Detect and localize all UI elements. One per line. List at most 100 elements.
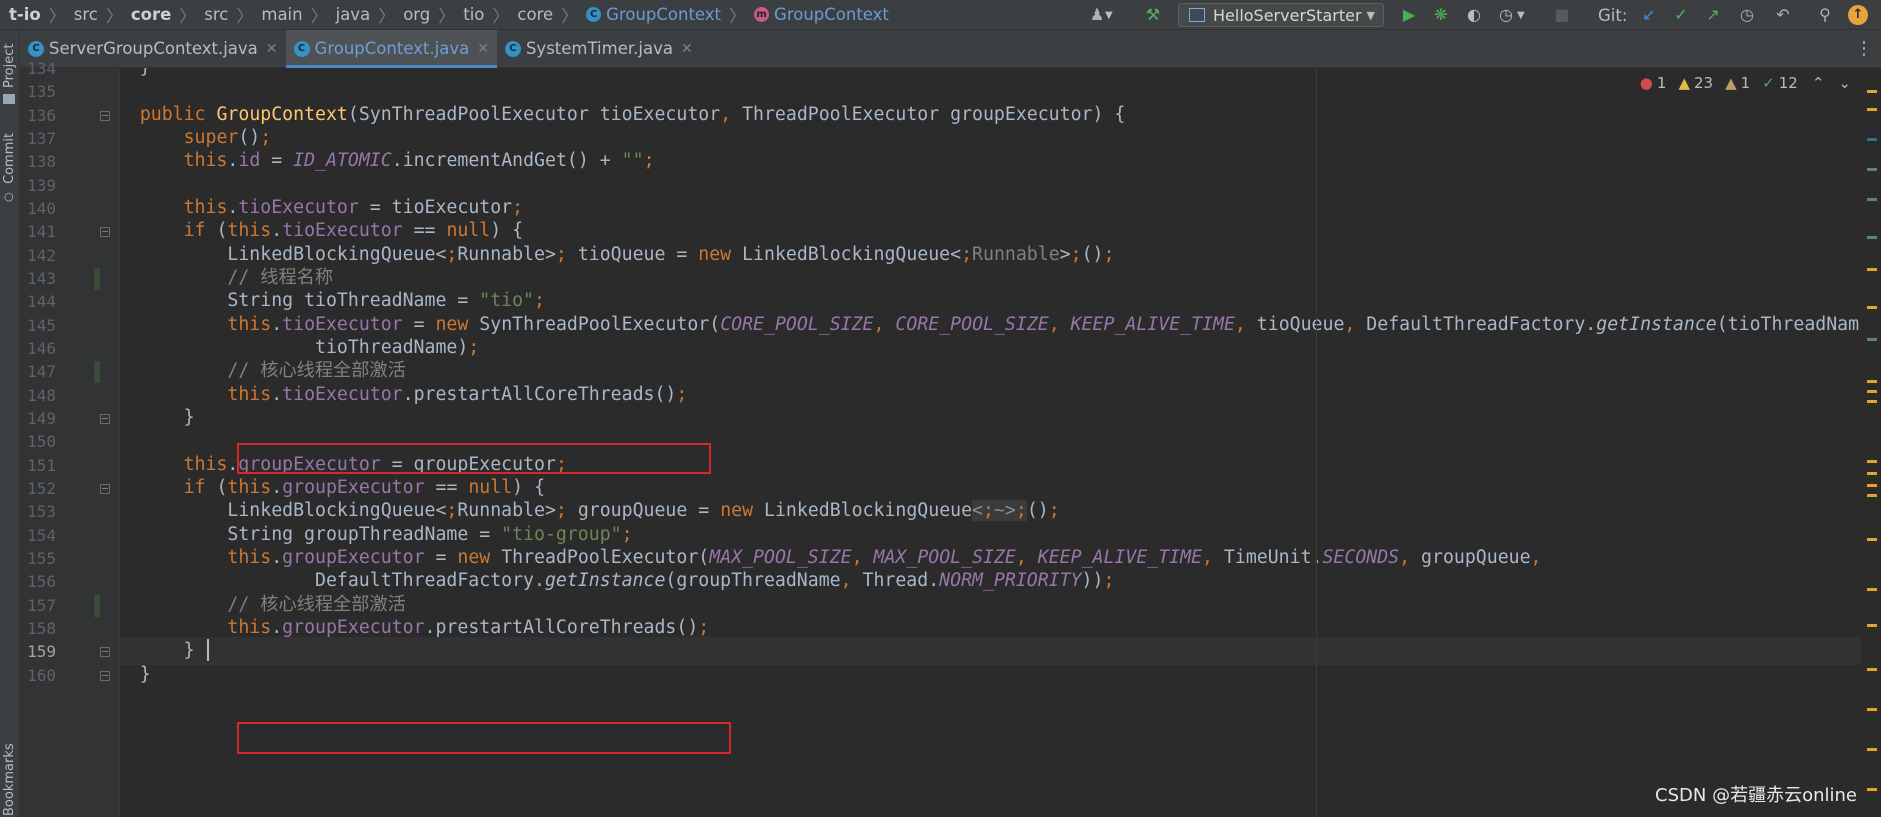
stripe-mark[interactable]: [1867, 108, 1877, 111]
tab-group-context[interactable]: C GroupContext.java ✕: [285, 30, 498, 68]
stripe-mark[interactable]: [1867, 588, 1877, 591]
profile-icon[interactable]: ◷: [1495, 4, 1517, 26]
fold-marker-icon[interactable]: [100, 413, 110, 424]
stripe-mark[interactable]: [1867, 236, 1877, 239]
user-menu[interactable]: ♟ ▼: [1086, 0, 1113, 30]
build-hammer-icon[interactable]: ⚒: [1142, 4, 1164, 26]
inspection-widget[interactable]: ● 1 ▲ 23 ▲ 1 ✓ 12 ⌃ ⌄: [1640, 74, 1851, 92]
stripe-mark[interactable]: [1867, 708, 1877, 711]
stripe-mark[interactable]: [1867, 400, 1877, 403]
breadcrumb-label: java: [335, 5, 371, 24]
run-configuration-label: HelloServerStarter: [1213, 5, 1362, 25]
stripe-mark[interactable]: [1867, 748, 1877, 751]
application-icon: [1189, 8, 1205, 22]
breadcrumb-item[interactable]: main: [261, 5, 302, 24]
stripe-mark[interactable]: [1867, 168, 1877, 171]
stripe-mark[interactable]: [1867, 624, 1877, 627]
stop-icon[interactable]: ■: [1551, 4, 1573, 26]
rollback-icon[interactable]: ↶: [1772, 4, 1794, 26]
line-number-gutter[interactable]: 134 135 136 137 138 139 140 141 142 143 144 145 146 1…: [20, 59, 120, 817]
stripe-mark[interactable]: [1867, 90, 1877, 93]
stripe-mark[interactable]: [1867, 472, 1877, 475]
stripe-mark[interactable]: [1867, 668, 1877, 671]
breadcrumb-separator: 〉: [729, 7, 747, 27]
chevron-down-icon[interactable]: ⌄: [1838, 74, 1851, 92]
line-number: 139: [27, 175, 56, 195]
git-push-icon[interactable]: ↗: [1702, 4, 1724, 26]
stripe-mark[interactable]: [1867, 380, 1877, 383]
stripe-mark[interactable]: [1867, 460, 1877, 463]
stripe-mark[interactable]: [1867, 538, 1877, 541]
tab-server-group-context[interactable]: C ServerGroupContext.java ✕: [20, 30, 286, 67]
breadcrumb-item[interactable]: tio: [463, 5, 484, 24]
line-number: 144: [27, 292, 56, 312]
search-icon[interactable]: ⚲: [1814, 4, 1836, 26]
class-icon: C: [586, 7, 602, 22]
coverage-icon[interactable]: ◐: [1463, 4, 1485, 26]
stripe-mark[interactable]: [1867, 338, 1877, 341]
breadcrumb-item[interactable]: core: [517, 5, 553, 24]
breadcrumb-item[interactable]: java: [336, 5, 371, 24]
line-number: 146: [27, 338, 56, 358]
warning-count: 23: [1693, 74, 1714, 92]
stripe-mark[interactable]: [1867, 138, 1877, 141]
close-icon[interactable]: ✕: [477, 41, 489, 57]
code-line[interactable]: }: [120, 68, 151, 82]
breadcrumb-separator: 〉: [236, 7, 254, 27]
fold-marker-icon[interactable]: [100, 670, 110, 681]
breadcrumb-separator: 〉: [492, 7, 510, 27]
line-number: 141: [27, 222, 56, 242]
method-icon: m: [754, 7, 770, 22]
tab-list-menu-icon[interactable]: ⋮: [1855, 38, 1873, 59]
project-tool-button[interactable]: Project: [2, 44, 17, 88]
stripe-mark[interactable]: [1867, 494, 1877, 497]
close-icon[interactable]: ✕: [266, 41, 278, 57]
update-notification-icon[interactable]: ↑: [1848, 5, 1868, 25]
vcs-change-marker[interactable]: [94, 594, 100, 617]
chevron-down-icon: ▼: [1366, 8, 1375, 22]
close-icon[interactable]: ✕: [681, 41, 693, 57]
code-line[interactable]: this.id = ID_ATOMIC.incrementAndGet() + …: [120, 147, 655, 175]
class-icon: C: [293, 40, 310, 57]
bookmarks-tool-button[interactable]: Bookmarks: [2, 743, 17, 816]
navigation-bar: t-io 〉 src 〉 core 〉 src 〉 main 〉 java 〉 org 〉 tio 〉 core…: [0, 0, 1881, 30]
run-icon[interactable]: ▶: [1398, 4, 1420, 26]
highlight-box-tio-prestart: [237, 443, 711, 474]
breadcrumb-item[interactable]: core: [131, 5, 171, 24]
line-number: 159: [27, 642, 56, 662]
breadcrumb-item[interactable]: src: [74, 5, 98, 24]
stripe-mark[interactable]: [1867, 306, 1877, 309]
tab-system-timer[interactable]: C SystemTimer.java ✕: [497, 30, 701, 67]
typo-count: 12: [1778, 74, 1798, 92]
commit-tool-button[interactable]: Commit: [2, 133, 17, 184]
breadcrumb-item[interactable]: org: [403, 5, 430, 24]
history-icon[interactable]: ◷: [1736, 4, 1758, 26]
breadcrumb-item[interactable]: t-io: [9, 5, 41, 24]
breadcrumb-item[interactable]: src: [204, 5, 228, 24]
vcs-change-marker[interactable]: [94, 361, 100, 384]
breadcrumb-separator: 〉: [378, 7, 396, 27]
chevron-up-icon[interactable]: ⌃: [1812, 74, 1825, 92]
line-number: 155: [27, 548, 56, 568]
breadcrumb-item[interactable]: m GroupContext: [754, 5, 889, 24]
breadcrumb-item[interactable]: C GroupContext: [586, 5, 721, 24]
fold-marker-icon[interactable]: [100, 110, 110, 121]
code-line[interactable]: }: [120, 404, 195, 432]
fold-marker-icon[interactable]: [100, 227, 110, 238]
vcs-change-marker[interactable]: [94, 267, 100, 290]
fold-marker-icon[interactable]: [100, 483, 110, 494]
error-stripe[interactable]: [1861, 68, 1881, 817]
git-update-icon[interactable]: ↙: [1638, 4, 1660, 26]
line-number: 160: [27, 665, 56, 685]
stripe-mark[interactable]: [1867, 268, 1877, 271]
debug-icon[interactable]: ❋: [1430, 4, 1452, 26]
stripe-mark[interactable]: [1867, 788, 1877, 791]
code-line[interactable]: this.tioExecutor.prestartAllCoreThreads(…: [120, 381, 687, 409]
fold-marker-icon[interactable]: [100, 647, 110, 658]
stripe-mark[interactable]: [1867, 390, 1877, 393]
code-line[interactable]: }: [120, 661, 151, 689]
stripe-mark[interactable]: [1867, 484, 1877, 487]
git-commit-icon[interactable]: ✓: [1670, 4, 1692, 26]
stripe-mark[interactable]: [1867, 198, 1877, 201]
run-configuration-select[interactable]: HelloServerStarter ▼: [1178, 3, 1384, 27]
